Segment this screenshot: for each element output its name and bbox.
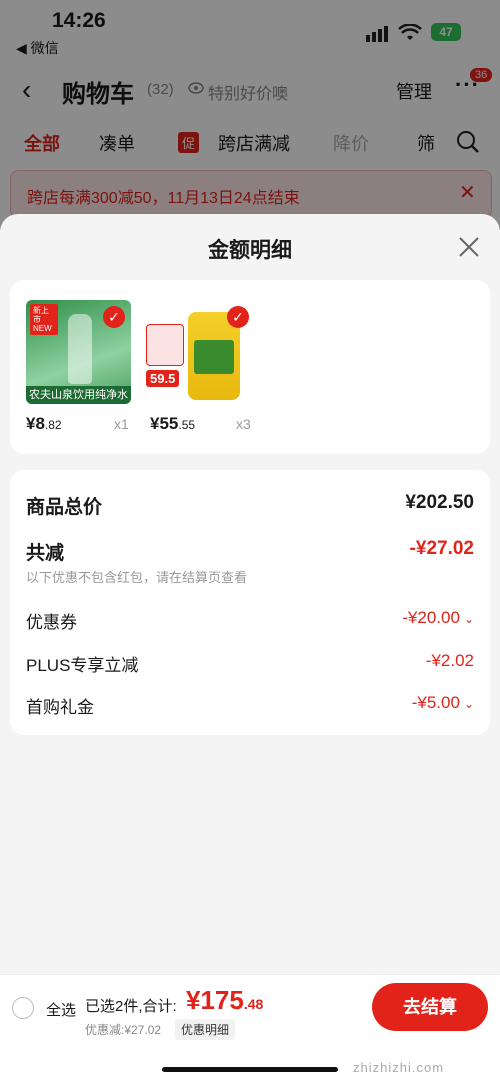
chevron-down-icon: ⌄	[463, 697, 474, 711]
total-value: ¥202.50	[405, 492, 474, 513]
select-all-radio[interactable]	[12, 997, 34, 1019]
oil-label	[194, 340, 234, 374]
plus-value: -¥2.02	[425, 651, 474, 670]
discount-label: 共减	[26, 543, 65, 564]
selected-check-icon: ✓	[227, 306, 249, 328]
cart-page: 14:26 ◀ 微信 47 ‹ 购物车 (32) 特别好价噢 管理 ··· 36…	[0, 0, 500, 230]
overlay-dim[interactable]	[0, 0, 500, 230]
amount-detail-sheet: 金额明细 新上市 NEW 农夫山泉饮用纯净水 ✓ ¥8.82 x1 59.5 ✓…	[0, 214, 500, 974]
selected-check-icon: ✓	[103, 306, 125, 328]
discount-note: 以下优惠不包含红包，请在结算页查看	[26, 570, 248, 585]
coupon-label: 优惠券	[26, 613, 77, 632]
selected-summary: 已选2件,合计:	[85, 998, 177, 1015]
select-all-label[interactable]: 全选	[46, 999, 76, 1020]
plus-label: PLUS专享立减	[26, 656, 139, 675]
item-price: ¥8.82	[26, 414, 62, 433]
chevron-down-icon: ⌄	[463, 612, 474, 626]
item-quantity: x3	[236, 416, 251, 432]
new-tag: 新上市 NEW	[30, 304, 58, 335]
discount-amount: 优惠减:¥27.02	[85, 1023, 162, 1037]
coupon-row[interactable]: -¥20.00 ⌄	[402, 608, 474, 628]
price-badge: 59.5	[146, 370, 180, 387]
close-icon[interactable]	[454, 232, 484, 262]
grand-total: ¥175.48	[186, 985, 264, 1015]
bottle-shape	[68, 314, 92, 384]
sheet-title: 金额明细	[208, 239, 292, 262]
total-label: 商品总价	[26, 497, 103, 518]
item-price: ¥55.55	[150, 414, 196, 433]
discount-detail-button[interactable]: 优惠明细	[175, 1019, 236, 1040]
product-list: 新上市 NEW 农夫山泉饮用纯净水 ✓ ¥8.82 x1 59.5 ✓ ¥55.…	[10, 280, 490, 454]
promo-sticker	[146, 324, 184, 366]
first-purchase-row[interactable]: -¥5.00 ⌄	[412, 693, 474, 713]
watermark: zhizhizhi.com	[353, 1060, 445, 1075]
price-summary: 商品总价 ¥202.50 共减 -¥27.02 以下优惠不包含红包，请在结算页查…	[10, 470, 490, 735]
item-quantity: x1	[114, 416, 129, 432]
checkout-button[interactable]: 去结算	[372, 983, 488, 1031]
product-caption: 农夫山泉饮用纯净水	[26, 386, 131, 404]
discount-value: -¥27.02	[409, 538, 474, 559]
home-indicator	[162, 1067, 338, 1072]
first-purchase-label: 首购礼金	[26, 698, 94, 717]
